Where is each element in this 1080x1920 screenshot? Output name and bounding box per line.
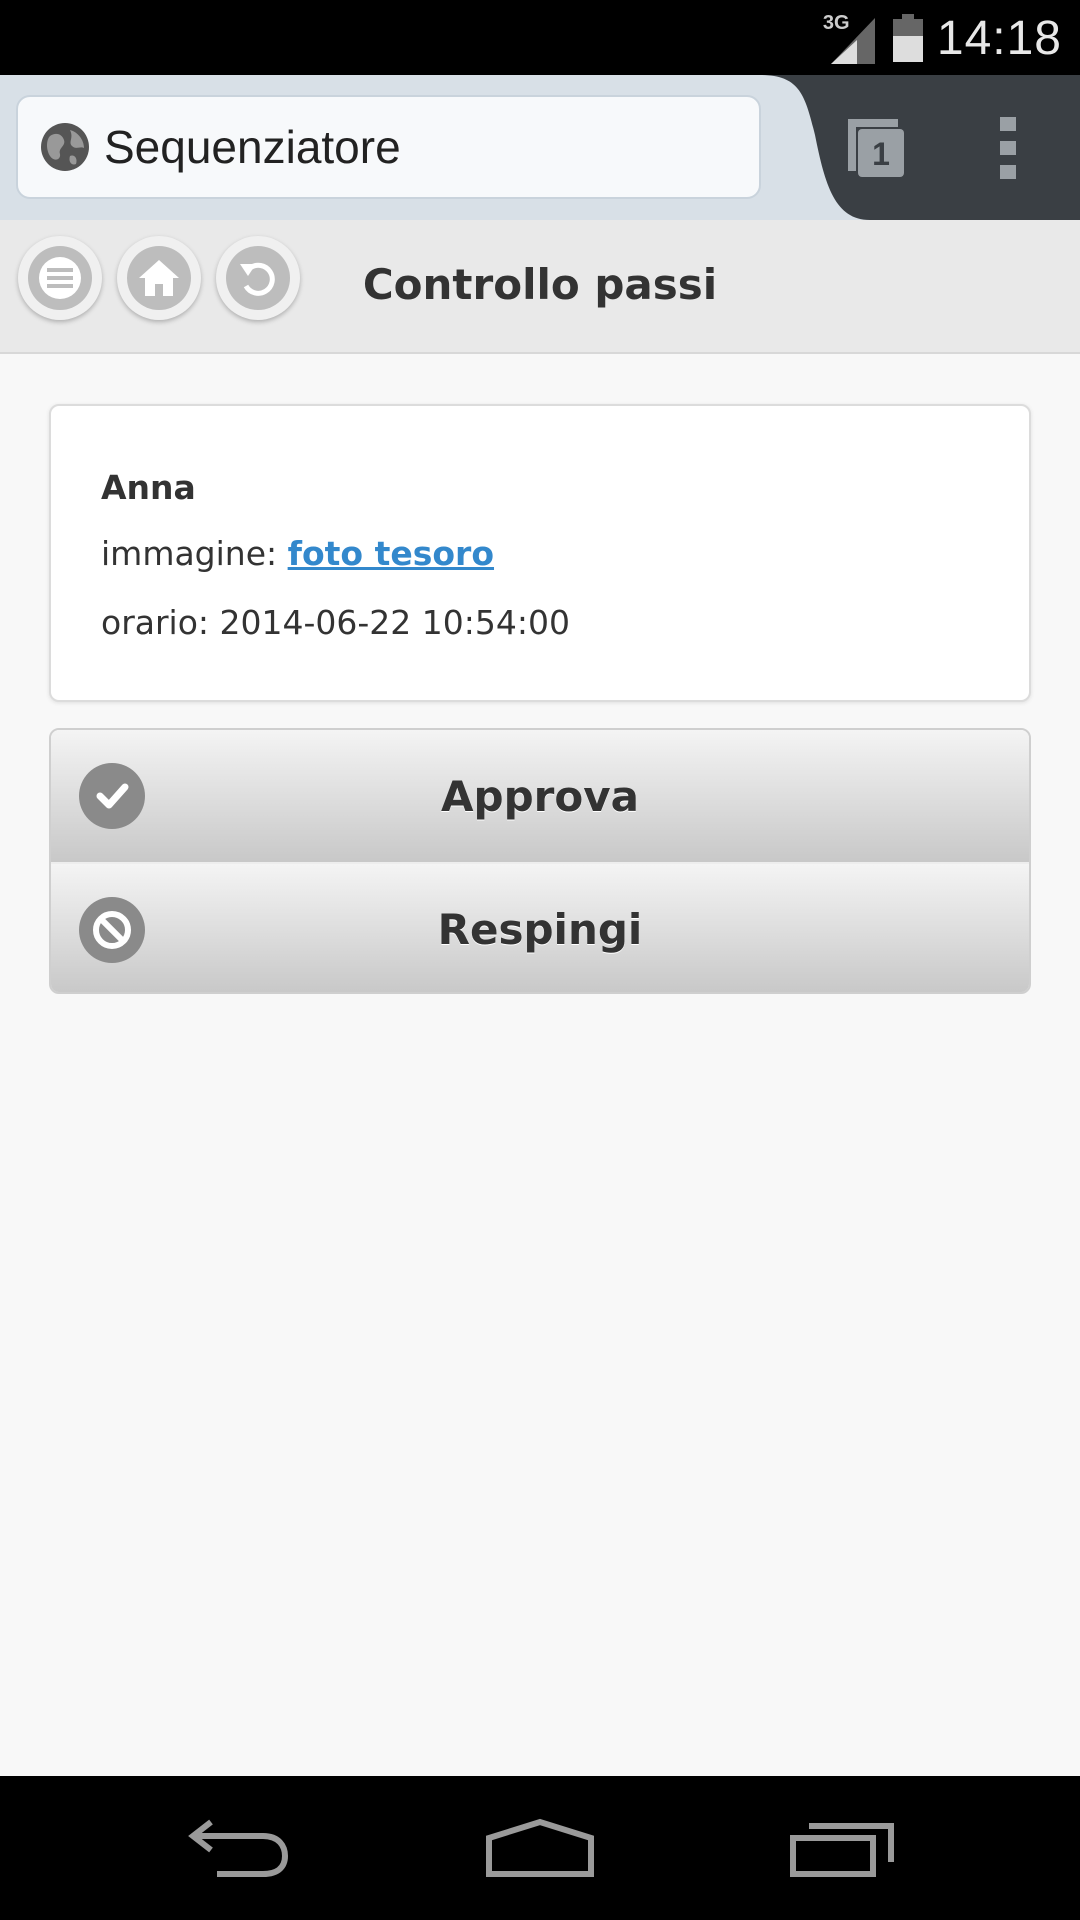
status-indicators: 3G 14:18 bbox=[823, 8, 1062, 68]
image-line: immagine: foto tesoro bbox=[101, 534, 494, 573]
overflow-menu-icon bbox=[1000, 117, 1016, 179]
page-title-url: Sequenziatore bbox=[104, 121, 401, 173]
nav-back-button[interactable] bbox=[178, 1806, 298, 1890]
globe-icon bbox=[41, 123, 89, 171]
home-icon bbox=[139, 260, 179, 296]
address-bar[interactable]: Sequenziatore bbox=[16, 95, 761, 199]
time-line: orario: 2014-06-22 10:54:00 bbox=[101, 603, 570, 642]
image-label: immagine: bbox=[101, 534, 288, 573]
nav-home-icon bbox=[486, 1818, 594, 1877]
system-nav-bar bbox=[0, 1776, 1080, 1920]
back-button[interactable] bbox=[216, 236, 300, 320]
nav-recents-icon bbox=[790, 1823, 894, 1877]
forbidden-icon bbox=[79, 897, 145, 963]
check-icon bbox=[79, 763, 145, 829]
signal-icon: 3G bbox=[823, 12, 879, 64]
approve-button[interactable]: Approva bbox=[51, 730, 1029, 862]
approve-label: Approva bbox=[441, 771, 639, 821]
overflow-menu-button[interactable] bbox=[990, 115, 1026, 181]
image-link[interactable]: foto tesoro bbox=[288, 534, 494, 573]
record-card: Anna immagine: foto tesoro orario: 2014-… bbox=[49, 404, 1031, 702]
menu-icon bbox=[39, 257, 81, 299]
browser-toolbar: Sequenziatore 1 bbox=[0, 75, 1080, 220]
battery-icon bbox=[892, 14, 923, 62]
page-title: Controllo passi bbox=[362, 260, 718, 309]
nav-recents-button[interactable] bbox=[782, 1806, 902, 1890]
nav-home-button[interactable] bbox=[480, 1806, 600, 1890]
back-icon bbox=[240, 262, 275, 296]
tabs-icon: 1 bbox=[848, 119, 904, 177]
nav-back-icon bbox=[188, 1819, 289, 1877]
time-value: 2014-06-22 10:54:00 bbox=[219, 603, 570, 642]
tab-count: 1 bbox=[872, 136, 890, 172]
main-content: Anna immagine: foto tesoro orario: 2014-… bbox=[0, 354, 1080, 1776]
home-button[interactable] bbox=[117, 236, 201, 320]
status-time: 14:18 bbox=[936, 11, 1062, 65]
time-label: orario: bbox=[101, 603, 220, 642]
tabs-button[interactable]: 1 bbox=[842, 115, 908, 181]
menu-button[interactable] bbox=[18, 236, 102, 320]
app-header: Controllo passi bbox=[0, 220, 1080, 354]
status-bar: 3G 14:18 bbox=[0, 0, 1080, 75]
reject-label: Respingi bbox=[437, 904, 643, 954]
reject-button[interactable]: Respingi bbox=[51, 862, 1029, 992]
record-name: Anna bbox=[101, 468, 196, 507]
action-buttons: Approva Respingi bbox=[49, 728, 1031, 994]
